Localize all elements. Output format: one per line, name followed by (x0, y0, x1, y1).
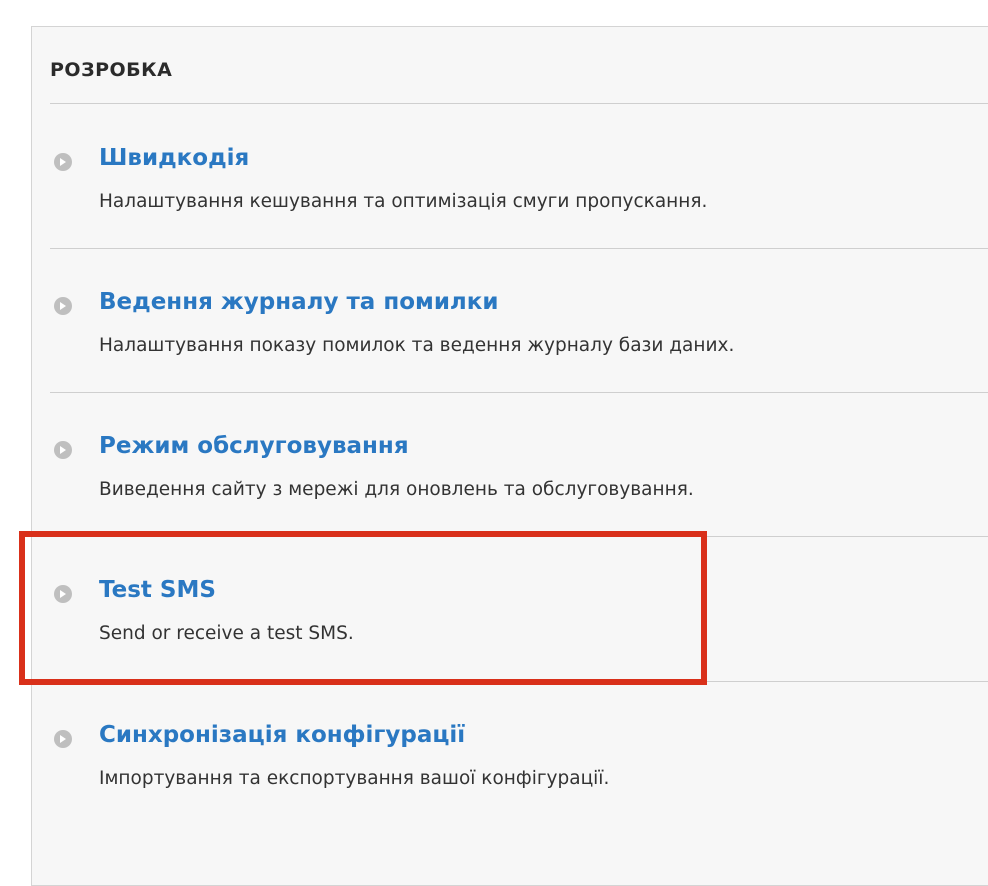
section-title: РОЗРОБКА (50, 59, 173, 81)
list-item-test-sms: Test SMS Send or receive a test SMS. (32, 577, 988, 697)
chevron-right-circle-icon (54, 441, 72, 459)
performance-description: Налаштування кешування та оптимізація см… (99, 191, 708, 212)
chevron-right-circle-icon (54, 585, 72, 603)
divider (50, 536, 988, 537)
chevron-right-circle-icon (54, 153, 72, 171)
logging-errors-link[interactable]: Ведення журналу та помилки (99, 289, 499, 315)
development-panel: РОЗРОБКА Швидкодія Налаштування кешуванн… (31, 26, 988, 886)
divider (50, 248, 988, 249)
list-item-performance: Швидкодія Налаштування кешування та опти… (32, 145, 988, 265)
test-sms-link[interactable]: Test SMS (99, 577, 216, 603)
divider (50, 681, 988, 682)
chevron-right-circle-icon (54, 730, 72, 748)
test-sms-description: Send or receive a test SMS. (99, 623, 354, 644)
logging-errors-description: Налаштування показу помилок та ведення ж… (99, 335, 735, 356)
chevron-right-circle-icon (54, 297, 72, 315)
maintenance-mode-link[interactable]: Режим обслуговування (99, 433, 409, 459)
maintenance-mode-description: Виведення сайту з мережі для оновлень та… (99, 479, 694, 500)
config-sync-link[interactable]: Синхронізація конфігурації (99, 722, 465, 748)
list-item-logging: Ведення журналу та помилки Налаштування … (32, 289, 988, 409)
divider (50, 392, 988, 393)
performance-link[interactable]: Швидкодія (99, 145, 249, 171)
divider (50, 103, 988, 104)
config-sync-description: Імпортування та експортування вашої конф… (99, 768, 610, 789)
list-item-config-sync: Синхронізація конфігурації Імпортування … (32, 722, 988, 842)
list-item-maintenance: Режим обслуговування Виведення сайту з м… (32, 433, 988, 553)
